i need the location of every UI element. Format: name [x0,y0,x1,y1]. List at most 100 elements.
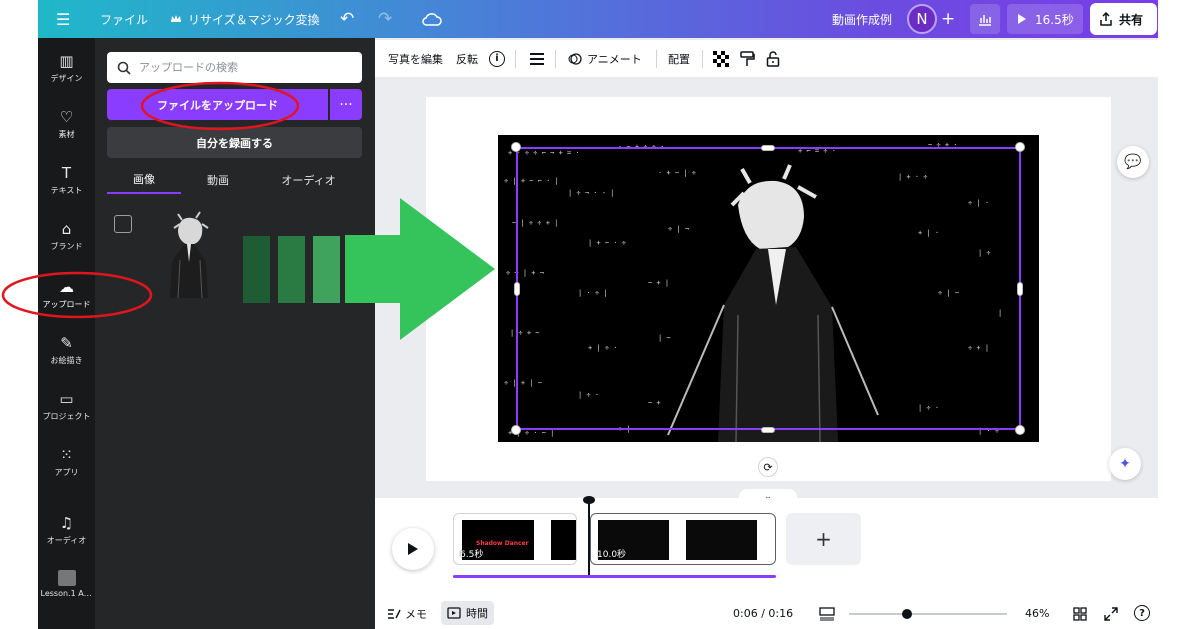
time-readout: 0:06 / 0:16 [733,607,794,620]
resize-label: リサイズ＆マジック変換 [188,12,320,27]
clip-frame [686,520,757,560]
record-yourself-button[interactable]: 自分を録画する [107,127,362,158]
fullscreen-icon[interactable] [1104,598,1118,629]
page-view-icon[interactable] [819,598,835,629]
duration-label: 16.5秒 [1035,12,1074,27]
tab-videos[interactable]: 動画 [181,166,255,194]
brand-icon: ⌂ [61,220,72,238]
resize-handle[interactable] [761,427,775,433]
add-comment-icon[interactable]: 💬 [1117,146,1149,178]
context-toolbar: 写真を編集 反転 i アニメート 配置 [375,40,1158,77]
rail-item-text[interactable]: T テキスト [38,164,95,196]
rail-item-design[interactable]: ▥ デザイン [38,52,95,84]
timeline-clip[interactable]: Shadow Dancer 6.5秒 [453,513,577,565]
timer-icon [447,607,461,619]
side-rail: ▥ デザイン ♡ 素材 T テキスト ⌂ ブランド ☁ アップロード ✎ お絵描… [38,38,95,629]
project-title[interactable]: 動画作成例 [832,0,892,38]
divider [515,49,516,68]
apps-icon: ⁙ [60,446,73,464]
timeline-progress [453,575,776,578]
resize-handle[interactable] [511,425,521,435]
border-style-icon[interactable] [529,52,545,66]
zoom-track [849,608,1007,619]
notes-button[interactable]: メモ [387,598,427,629]
info-icon[interactable]: i [489,50,505,67]
timeline-clip[interactable]: 10.0秒 [590,513,776,565]
rail-item-elements[interactable]: ♡ 素材 [38,108,95,140]
resize-handle[interactable] [1015,425,1025,435]
play-icon [408,543,418,555]
upload-files-button[interactable]: ファイルをアップロード [107,89,328,120]
notes-label: メモ [405,607,427,621]
add-collaborator-icon[interactable]: + [941,0,955,38]
resize-button[interactable]: リサイズ＆マジック変換 [170,0,320,38]
resize-handle[interactable] [1017,282,1023,296]
resize-handle[interactable] [761,145,775,151]
rail-item-uploads[interactable]: ☁ アップロード [38,278,95,310]
rail-item-draw[interactable]: ✎ お絵描き [38,334,95,366]
selection-frame[interactable] [516,147,1021,430]
zoom-knob[interactable] [902,608,913,619]
flip-button[interactable]: 反転 [456,51,478,67]
share-icon [1100,12,1112,26]
lock-icon[interactable] [766,50,780,67]
menu-icon[interactable]: ☰ [56,0,70,38]
search-icon [117,61,131,75]
rail-item-audio[interactable]: ♫ オーディオ [38,514,95,546]
grid-view-icon[interactable] [1073,598,1087,629]
preview-play-button[interactable]: 16.5秒 [1007,4,1083,34]
rotate-icon[interactable]: ⟳ [758,457,778,477]
rail-item-brand[interactable]: ⌂ ブランド [38,220,95,252]
tab-images[interactable]: 画像 [107,166,181,194]
add-page-button[interactable]: + [786,513,861,565]
search-box[interactable] [107,52,362,83]
zoom-slider[interactable] [849,598,1007,629]
transparency-icon[interactable] [713,50,729,67]
avatar[interactable]: N [907,4,937,34]
animate-button[interactable]: アニメート [568,51,642,67]
rail-item-projects[interactable]: ▭ プロジェクト [38,390,95,422]
help-icon[interactable]: ? [1134,605,1150,621]
zoom-percent[interactable]: 46% [1025,598,1049,629]
crown-icon [171,15,181,22]
uploads-panel: ファイルをアップロード ··· 自分を録画する 画像 動画 オーディオ [95,38,375,629]
magic-sparkle-icon[interactable]: ✦ [1109,448,1141,480]
analytics-icon[interactable] [970,4,1000,34]
clip-duration: 10.0秒 [597,550,627,560]
clip-title: Shadow Dancer [476,540,529,547]
more-options-button[interactable]: ··· [330,89,362,120]
file-menu[interactable]: ファイル [100,0,148,38]
layout-icon: ▥ [59,52,74,70]
draw-icon: ✎ [60,334,73,352]
notes-icon [388,608,401,619]
playhead[interactable] [588,502,590,576]
play-button[interactable] [392,528,434,570]
tab-audio[interactable]: オーディオ [255,166,362,194]
cloud-sync-icon[interactable] [422,0,442,38]
green-arrow [345,198,495,340]
timer-label: 時間 [466,607,488,620]
redo-icon[interactable]: ↷ [378,0,392,38]
position-button[interactable]: 配置 [668,51,690,67]
undo-icon[interactable]: ↶ [340,0,354,38]
paint-roller-icon[interactable] [739,50,755,67]
edit-photo-button[interactable]: 写真を編集 [388,51,443,67]
uploaded-image-thumbnail[interactable] [160,210,218,298]
upload-cloud-icon: ☁ [59,278,74,296]
resize-handle[interactable] [511,142,521,152]
green-bar [243,236,270,303]
rail-item-lesson[interactable]: Lesson.1 A ... [38,570,95,598]
timer-button[interactable]: 時間 [441,601,494,625]
select-checkbox[interactable] [114,215,132,233]
text-icon: T [61,164,72,182]
green-bar [278,236,305,303]
rail-item-apps[interactable]: ⁙ アプリ [38,446,95,478]
top-bar: ☰ ファイル リサイズ＆マジック変換 ↶ ↷ 動画作成例 N + 16.5秒 共… [38,0,1158,38]
resize-handle[interactable] [514,282,520,296]
music-icon: ♫ [59,514,74,532]
share-button[interactable]: 共有 [1090,3,1157,35]
divider [555,49,556,68]
divider [656,49,657,68]
resize-handle[interactable] [1015,142,1025,152]
search-input[interactable] [139,61,349,74]
